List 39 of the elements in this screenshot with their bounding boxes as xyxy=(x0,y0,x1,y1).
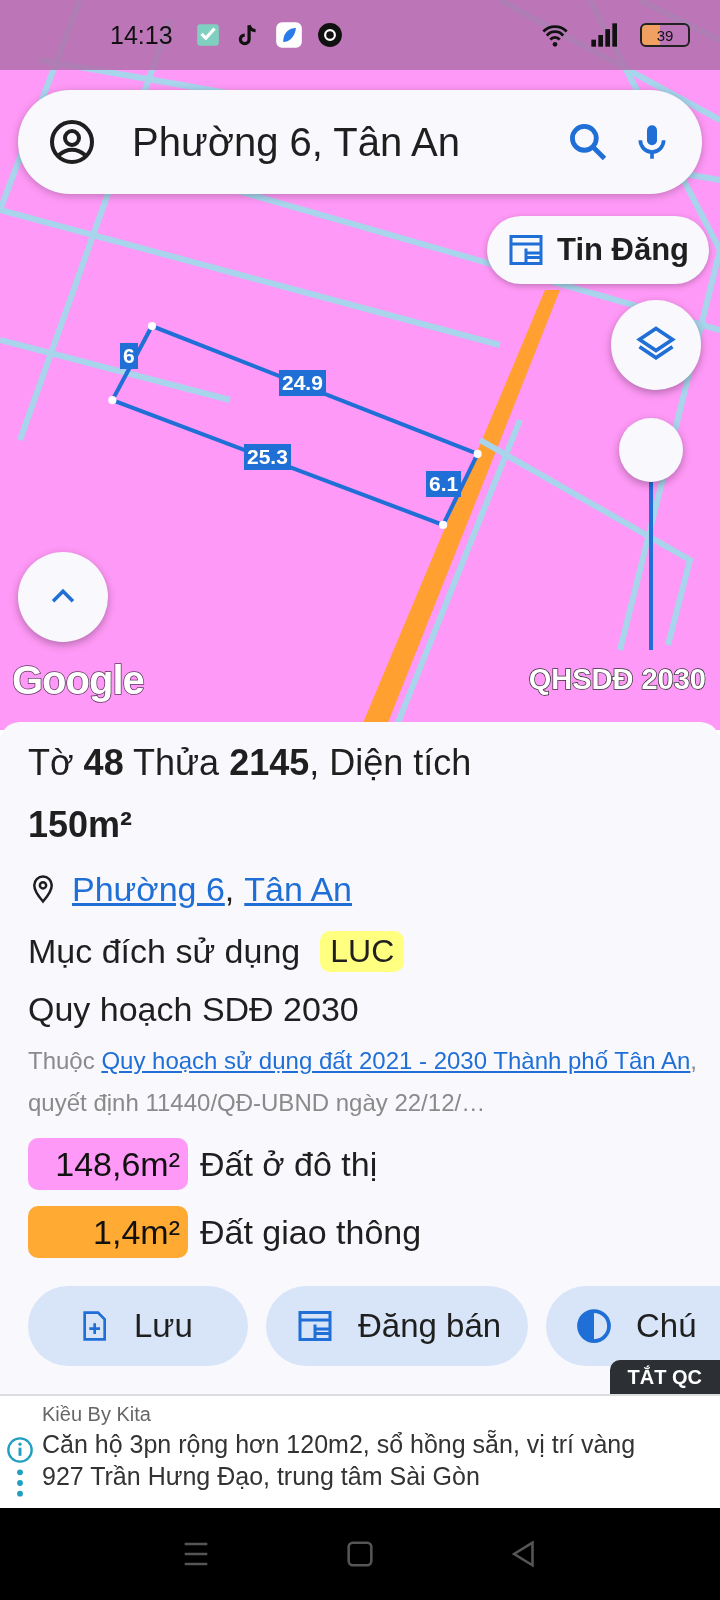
advertiser-name: Kiều By Kita xyxy=(42,1402,152,1427)
battery-indicator: 39 xyxy=(640,23,690,47)
close-ads-button[interactable]: TẮT QC xyxy=(609,1360,720,1394)
parcel-title: Tờ 48 Thửa 2145, Diện tích 150m² xyxy=(28,741,473,847)
more-options-icon xyxy=(16,1468,24,1498)
contrast-icon xyxy=(576,1308,612,1344)
action-button[interactable]: Đăng bán xyxy=(266,1286,528,1366)
plan-title: Quy hoạch SDĐ 2030 xyxy=(28,989,359,1029)
edge-length-label: 25.3 xyxy=(244,444,291,470)
info-icon xyxy=(6,1436,34,1464)
listing-icon xyxy=(296,1308,334,1344)
land-type-label: Đất giao thông xyxy=(200,1212,422,1252)
area-chip: 1,4m² xyxy=(28,1206,188,1258)
google-logo: Google xyxy=(12,658,144,703)
plan-link[interactable]: Quy hoạch sử dụng đất 2021 - 2030 Thành phố Tân An xyxy=(101,1047,691,1074)
location-link[interactable]: Tân An xyxy=(244,869,353,909)
post-listing-button[interactable]: Tin Đăng xyxy=(487,216,710,284)
browser-app-icon xyxy=(274,21,303,49)
purpose-label: Mục đích sử dụng xyxy=(28,931,301,971)
ad-banner[interactable]: Kiều By Kita Căn hộ 3pn rộng hơn 120m2, sổ hồng sẵn, vị trí vàng 927 Trần Hưng Đạo, trung tâm Sài Gòn xyxy=(0,1394,720,1508)
land-use-code: LUC xyxy=(320,930,405,972)
edge-length-label: 24.9 xyxy=(279,370,326,396)
action-button[interactable]: Chú xyxy=(546,1286,720,1366)
status-time: 14:13 xyxy=(110,20,173,50)
layer-name: QHSDĐ 2030 xyxy=(528,663,706,696)
plan-source-text: Thuộc Quy hoạch sử dụng đất 2021 - 2030 Thành phố Tân An, quyết định 11440/QĐ-UBND ngày 22/12/… xyxy=(28,1046,698,1118)
separator-text: , xyxy=(224,869,235,909)
edge-length-label: 6 xyxy=(120,343,138,369)
search-text: Phường 6, Tân An xyxy=(131,119,462,165)
ad-text: Căn hộ 3pn rộng hơn 120m2, sổ hồng sẵn, vị trí vàng 927 Trần Hưng Đạo, trung tâm Sài Gòn xyxy=(42,1429,637,1492)
action-button[interactable]: Lưu xyxy=(28,1286,248,1366)
location-link[interactable]: Phường 6 xyxy=(72,869,225,909)
search-bar[interactable]: Phường 6, Tân An xyxy=(18,90,702,194)
land-type-label: Đất ở đô thị xyxy=(200,1144,378,1184)
checkmark-app-icon xyxy=(194,22,221,48)
edge-length-label: 6.1 xyxy=(426,471,462,497)
area-chip: 148,6m² xyxy=(28,1138,188,1190)
listing-icon xyxy=(507,232,545,268)
account-icon xyxy=(48,118,96,166)
